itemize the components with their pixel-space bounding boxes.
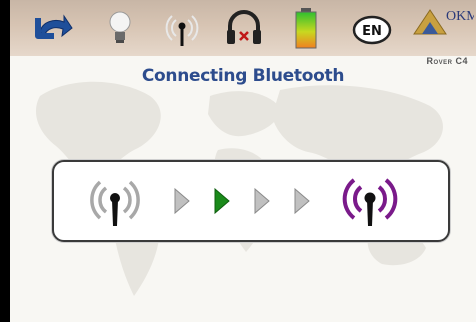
device-model-label: Rover C4 xyxy=(426,56,468,66)
step-arrow-3 xyxy=(254,187,270,215)
language-label: EN xyxy=(362,24,382,39)
app-screen: EN OKM Rover C4 Connecting Bluetooth xyxy=(0,0,476,322)
brand-logo-text: OKM xyxy=(446,9,474,24)
connection-panel xyxy=(52,160,450,242)
step-arrow-2 xyxy=(214,187,230,215)
logo: OKM xyxy=(410,4,474,48)
main-content: Rover C4 Connecting Bluetooth xyxy=(10,56,476,322)
headphones-icon[interactable] xyxy=(222,6,266,50)
step-arrow-4 xyxy=(294,187,310,215)
back-arrow-icon[interactable] xyxy=(32,6,74,50)
lightbulb-icon[interactable] xyxy=(102,6,138,50)
step-arrow-1 xyxy=(174,187,190,215)
battery-icon xyxy=(292,6,320,50)
page-title: Connecting Bluetooth xyxy=(141,66,345,86)
antenna-icon[interactable] xyxy=(158,6,206,50)
toolbar: EN OKM xyxy=(10,0,476,57)
language-icon[interactable]: EN xyxy=(350,6,394,50)
antenna-purple-icon xyxy=(342,178,398,226)
left-edge xyxy=(0,0,10,322)
antenna-grey-icon xyxy=(90,180,140,226)
